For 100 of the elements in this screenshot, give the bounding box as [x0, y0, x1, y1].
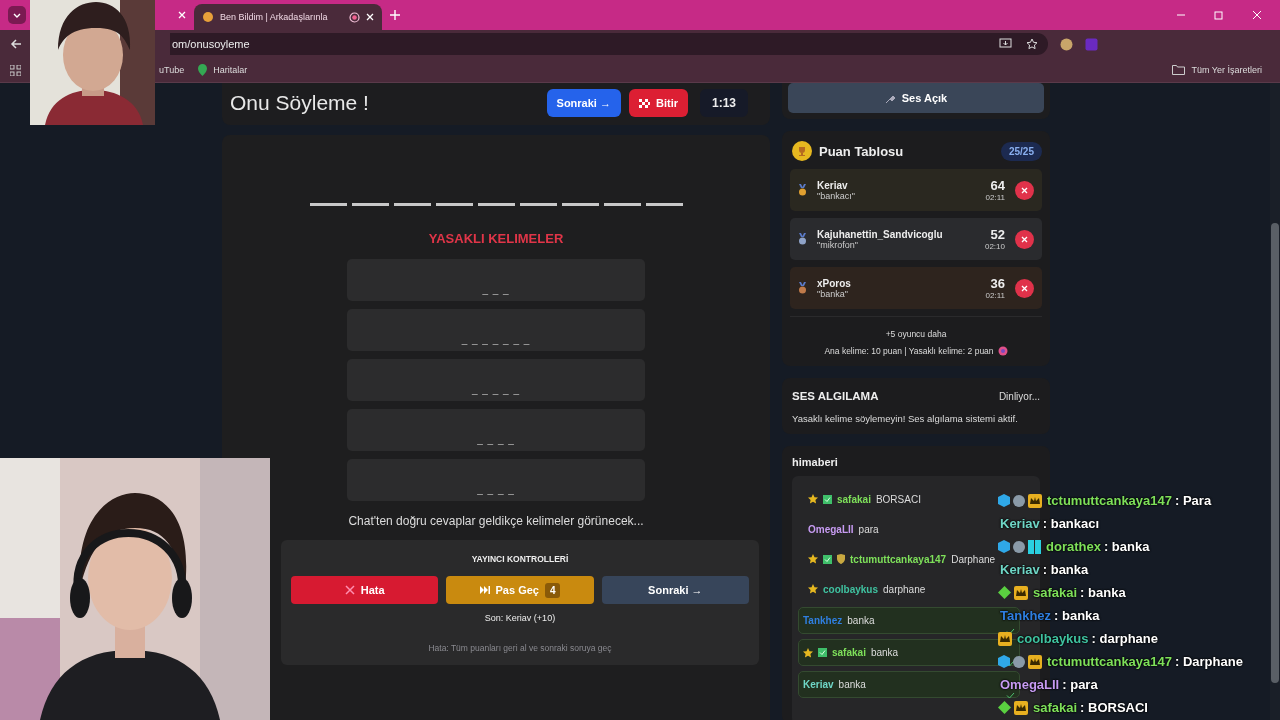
- remove-button[interactable]: [1015, 229, 1034, 249]
- address-field[interactable]: om/onusoyleme: [170, 33, 1048, 55]
- cube-icon: [998, 540, 1010, 553]
- close-icon: [1021, 284, 1028, 292]
- medal-icon: [798, 282, 807, 294]
- chat-username: Keriav: [803, 679, 834, 690]
- banned-words-heading: YASAKLI KELIMELER: [428, 231, 564, 246]
- skip-button[interactable]: Pas Geç 4: [446, 576, 594, 604]
- chat-username: Tankhez: [1000, 608, 1052, 623]
- letter-slot: [519, 203, 557, 206]
- extension-icon[interactable]: [1060, 37, 1073, 51]
- bookmark-link[interactable]: Haritalar: [213, 65, 248, 75]
- letter-slot: [603, 203, 641, 206]
- chat-username: coolbaykus: [823, 583, 879, 595]
- chat-text: banka: [847, 615, 875, 626]
- close-icon: [344, 585, 355, 595]
- star-icon[interactable]: [1026, 38, 1038, 50]
- flag-icon: [638, 98, 650, 108]
- player-score: 52: [990, 227, 1005, 242]
- star-icon: [808, 494, 818, 504]
- chat-username: safakai: [837, 493, 871, 505]
- favicon-icon: [202, 11, 214, 23]
- diamond-icon: [998, 586, 1011, 599]
- last-answer: Son: Keriav (+10): [484, 613, 556, 623]
- remove-button[interactable]: [1015, 278, 1034, 298]
- chat-username: OmegaLII: [808, 523, 854, 535]
- back-icon[interactable]: [10, 38, 22, 50]
- end-button[interactable]: Bitir: [628, 89, 688, 117]
- chat-text: : BORSACI: [1080, 700, 1148, 715]
- player-answer: "mikrofon": [817, 239, 858, 250]
- dart-icon: [997, 346, 1008, 356]
- player-score: 64: [990, 178, 1005, 193]
- chat-text: para: [858, 523, 879, 535]
- info-text: Yasaklı kelime söylemeyin! Ses algılama sistemi aktif.: [792, 413, 1019, 424]
- hint-text: Chat'ten doğru cevaplar geldikçe kelimeler görünecek...: [348, 514, 644, 528]
- chat-username: OmegaLII: [1000, 677, 1060, 692]
- diamond-icon: [998, 701, 1011, 714]
- medal-icon: [798, 233, 807, 245]
- player-name: Kajuhanettin_Sandvicoglu: [817, 228, 943, 240]
- new-tab-icon[interactable]: [390, 10, 400, 20]
- next-button[interactable]: Sonraki →: [546, 89, 621, 117]
- status-text: Dinliyor...: [998, 390, 1040, 402]
- star-icon: [808, 554, 818, 564]
- medal-icon: [798, 184, 807, 196]
- restore-icon[interactable]: [1214, 10, 1224, 20]
- cube-icon: [998, 655, 1010, 668]
- hidden-word: _ _ _ _: [347, 409, 645, 451]
- bookmark-link[interactable]: Tüm Yer İşaretleri: [1191, 65, 1262, 75]
- player-answer: "banka": [817, 288, 849, 299]
- chat-username: safakai: [1033, 700, 1078, 715]
- bookmark-link[interactable]: uTube: [159, 65, 185, 75]
- chat-username: tctumuttcankaya147: [1047, 493, 1172, 508]
- scroll-thumb[interactable]: [1271, 223, 1279, 683]
- next-button[interactable]: Sonraki →: [601, 576, 749, 604]
- scoring-rules: Ana kelime: 10 puan | Yasaklı kelime: 2 puan: [824, 346, 994, 356]
- letter-slot: [645, 203, 683, 206]
- player-time: 02:11: [985, 291, 1005, 300]
- browser-tab[interactable]: Ben Bildim | Arkadaşlarınla: [194, 4, 382, 30]
- help-text: Hata: Tüm puanları geri al ve sonraki soruya geç: [428, 643, 612, 653]
- install-icon[interactable]: [999, 38, 1012, 50]
- close-icon: [1021, 235, 1028, 243]
- scrollbar[interactable]: [1270, 83, 1280, 720]
- hidden-word: _ _ _ _: [347, 459, 645, 501]
- chat-text: : banka: [1103, 539, 1150, 554]
- letter-slot: [309, 203, 347, 206]
- chat-text: : bankacı: [1042, 516, 1100, 531]
- chat-text: banka: [838, 679, 866, 690]
- star-icon: [803, 647, 813, 658]
- chat-text: : banka: [1054, 608, 1100, 623]
- player-time: 02:11: [985, 193, 1005, 202]
- chat-text: banka: [870, 647, 899, 658]
- tab-menu-button[interactable]: [8, 6, 26, 24]
- player-time: 02:10: [984, 242, 1005, 251]
- player-name: xPoros: [817, 277, 851, 289]
- channel-name: himaberi: [792, 456, 839, 468]
- cube-icon: [998, 494, 1010, 507]
- apps-icon[interactable]: [10, 64, 21, 76]
- chat-username: safakai: [1033, 585, 1078, 600]
- shield-icon: [837, 554, 845, 564]
- chat-username: tctumuttcankaya147: [1047, 654, 1172, 669]
- game-title: Onu Söyleme !: [230, 91, 369, 115]
- player-answer: "bankacı": [817, 190, 855, 201]
- close-icon[interactable]: [366, 13, 374, 21]
- sound-button[interactable]: Ses Açık: [788, 83, 1044, 113]
- letter-slot: [561, 203, 599, 206]
- remove-button[interactable]: [1015, 180, 1034, 200]
- error-button[interactable]: Hata: [291, 576, 439, 604]
- chat-text: : banka: [1080, 585, 1126, 600]
- chat-text: darphane: [883, 583, 926, 595]
- star-icon: [808, 584, 818, 594]
- letter-slot: [393, 203, 431, 206]
- chevron-down-icon: [13, 12, 21, 18]
- trophy-icon: [792, 141, 812, 161]
- leaderboard-title: Puan Tablosu: [819, 143, 904, 159]
- skip-icon: [479, 586, 490, 594]
- controls-heading: YAYINCI KONTROLLERİ: [471, 554, 569, 564]
- hidden-word: _ _ _ _ _: [347, 359, 645, 401]
- chat-username: safakai: [832, 647, 866, 658]
- chat-text: : Para: [1175, 493, 1212, 508]
- hidden-word: _ _ _ _ _ _ _: [347, 309, 645, 351]
